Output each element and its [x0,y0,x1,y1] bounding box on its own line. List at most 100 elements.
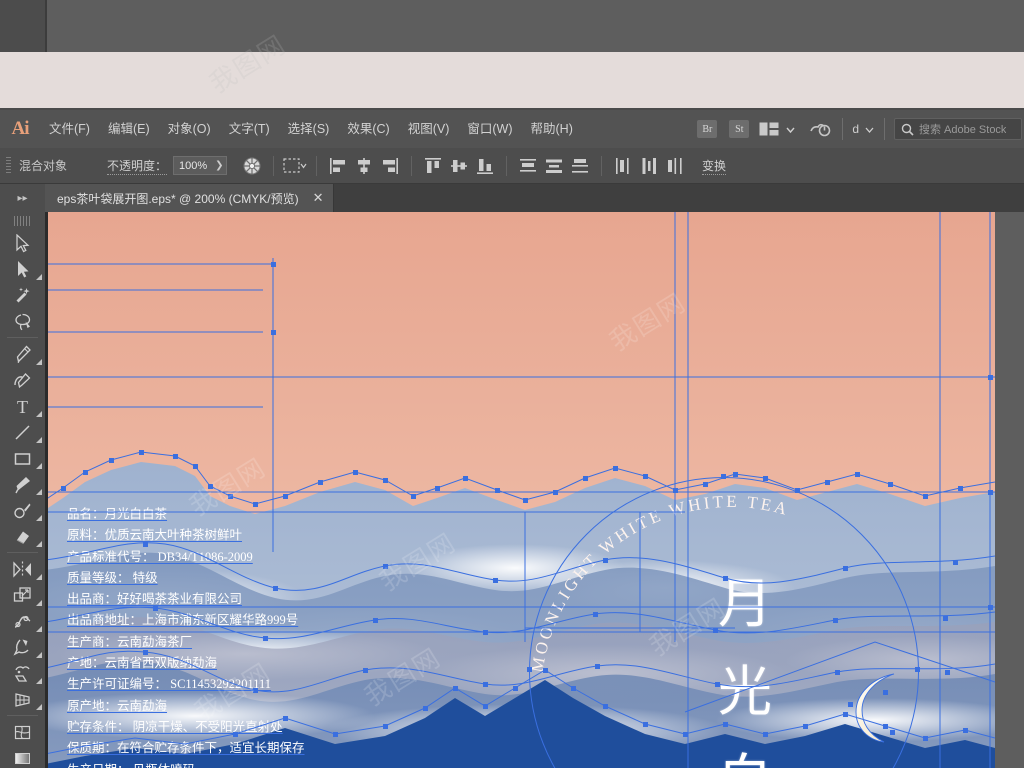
tools-divider-3 [7,715,38,716]
distribute-vertical-center-icon[interactable] [541,153,567,179]
info-line-2: 原料：优质云南大叶种茶树鲜叶 [67,528,243,543]
gradient-tool-icon[interactable] [0,745,45,768]
shape-builder-tool-icon[interactable] [0,660,45,686]
product-info-text-block: 品名：月光白白茶 原料：优质云南大叶种茶树鲜叶 产品标准代号： DB34/T10… [67,504,367,768]
selection-tool-icon[interactable] [0,230,45,256]
tools-divider-1 [7,337,38,338]
top-chrome-left-panel [0,0,45,52]
info-line-6: 出品商地址：上海市浦东新区耀华路999号 [67,613,299,628]
selection-type-label: 混合对象 [19,159,68,173]
top-beige-strip: 我图网 [0,30,1024,110]
document-tab[interactable]: eps茶叶袋展开图.eps* @ 200% (CMYK/预览) ✕ [45,184,335,212]
menu-bar-right-cluster: Br St d 搜索 Adobe Stock [691,110,1024,148]
distribute-bottom-icon[interactable] [567,153,593,179]
menu-help[interactable]: 帮助(H) [522,110,582,148]
appearance-sphere-icon[interactable] [239,153,265,179]
menu-object[interactable]: 对象(O) [159,110,220,148]
transform-link[interactable]: 变换 [702,157,727,175]
control-bar-divider-5 [601,155,603,176]
align-right-icon[interactable] [377,153,403,179]
illustrator-logo-icon: Ai [11,118,30,139]
stock-icon[interactable]: St [729,120,750,138]
control-bar-divider-4 [506,155,508,176]
svg-text:T: T [17,397,28,416]
search-icon [901,123,914,136]
expand-panels-button[interactable]: ▸▸ [0,184,45,212]
info-line-9: 生产许可证编号： SC11453292201111 [67,677,272,692]
scale-tool-icon[interactable] [0,582,45,608]
control-bar-divider-2 [316,155,318,176]
search-placeholder: 搜索 Adobe Stock [919,124,1007,136]
distribute-top-icon[interactable] [515,153,541,179]
document-tab-title: eps茶叶袋展开图.eps* @ 200% (CMYK/预览) [57,191,299,206]
opacity-flyout-icon[interactable]: ❯ [215,160,223,171]
pen-tool-icon[interactable] [0,341,45,367]
chevron-down-icon [865,127,874,133]
distribute-right-icon[interactable] [662,153,688,179]
mesh-tool-icon[interactable] [0,719,45,745]
selection-mode-icon[interactable] [282,153,308,179]
opacity-input[interactable]: 100% ❯ [173,156,228,175]
workspace-label: d [852,122,859,136]
eraser-tool-icon[interactable] [0,523,45,549]
vertical-title-char-2: 光 [718,662,772,722]
menu-view[interactable]: 视图(V) [399,110,459,148]
info-line-13: 生产日期： 见瓶体喷码 [67,760,367,768]
distribute-horizontal-center-icon[interactable] [636,153,662,179]
cloud-sync-icon[interactable] [807,116,833,142]
vertical-title-char-3: 白 [705,736,785,768]
info-line-12: 保质期：在符合贮存条件下，适宜长期保存 [67,741,305,756]
menu-window[interactable]: 窗口(W) [458,110,521,148]
curvature-tool-icon[interactable] [0,367,45,393]
info-line-4: 质量等级： 特级 [67,570,158,585]
menu-file[interactable]: 文件(F) [40,110,99,148]
menubar-divider-1 [842,118,844,140]
free-transform-tool-icon[interactable] [0,634,45,660]
top-chrome-strip [0,0,1024,52]
control-bar-divider-3 [411,155,413,176]
width-tool-icon[interactable] [0,608,45,634]
control-bar-grip[interactable] [6,156,11,175]
align-left-icon[interactable] [325,153,351,179]
shaper-tool-icon[interactable] [0,497,45,523]
canvas-area[interactable]: MOONLIGHT WHITE WHITE TEA 月 光 白 品名：月光白白茶… [45,212,1024,768]
artboard[interactable]: MOONLIGHT WHITE WHITE TEA 月 光 白 品名：月光白白茶… [45,212,995,768]
menu-edit[interactable]: 编辑(E) [99,110,159,148]
paintbrush-tool-icon[interactable] [0,471,45,497]
line-segment-tool-icon[interactable] [0,419,45,445]
workspace-switcher[interactable]: d [852,122,875,136]
crescent-moon-icon [855,673,895,743]
tools-panel-grip[interactable] [13,216,32,226]
menu-effect[interactable]: 效果(C) [338,110,398,148]
align-bottom-icon[interactable] [472,153,498,179]
tools-divider-2 [7,552,38,553]
align-horizontal-center-icon[interactable] [351,153,377,179]
align-top-icon[interactable] [420,153,446,179]
arrange-documents-icon[interactable] [759,122,797,136]
info-line-8: 产地：云南省西双版纳勐海 [67,656,218,671]
rotate-reflect-tool-icon[interactable] [0,556,45,582]
info-line-11: 贮存条件： 阴凉干燥、不受阳光直射处 [67,719,283,734]
direct-selection-tool-icon[interactable] [0,256,45,282]
info-line-3: 产品标准代号： DB34/T1086-2009 [67,549,253,564]
adobe-stock-search[interactable]: 搜索 Adobe Stock [894,118,1022,140]
perspective-grid-tool-icon[interactable] [0,686,45,712]
vertical-title-char-1: 月 [718,574,772,634]
rectangle-tool-icon[interactable] [0,445,45,471]
vertical-title: 月 光 白 [705,560,785,768]
menu-select[interactable]: 选择(S) [279,110,339,148]
type-tool-icon[interactable]: T [0,393,45,419]
bridge-icon[interactable]: Br [697,120,718,138]
close-icon[interactable]: ✕ [313,190,324,206]
magic-wand-tool-icon[interactable] [0,282,45,308]
menu-bar: Ai 文件(F) 编辑(E) 对象(O) 文字(T) 选择(S) 效果(C) 视… [0,110,1024,148]
opacity-value: 100% [179,159,208,172]
info-line-10: 原产地：云南勐海 [67,698,168,713]
distribute-left-icon[interactable] [610,153,636,179]
lasso-tool-icon[interactable] [0,308,45,334]
menu-type[interactable]: 文字(T) [220,110,279,148]
control-bar: 混合对象 不透明度： 100% ❯ 变换 [0,148,1024,184]
info-line-7: 生产商：云南勐海茶厂 [67,634,193,649]
align-vertical-center-icon[interactable] [446,153,472,179]
info-line-5: 出品商：好好喝茶茶业有限公司 [67,592,243,607]
